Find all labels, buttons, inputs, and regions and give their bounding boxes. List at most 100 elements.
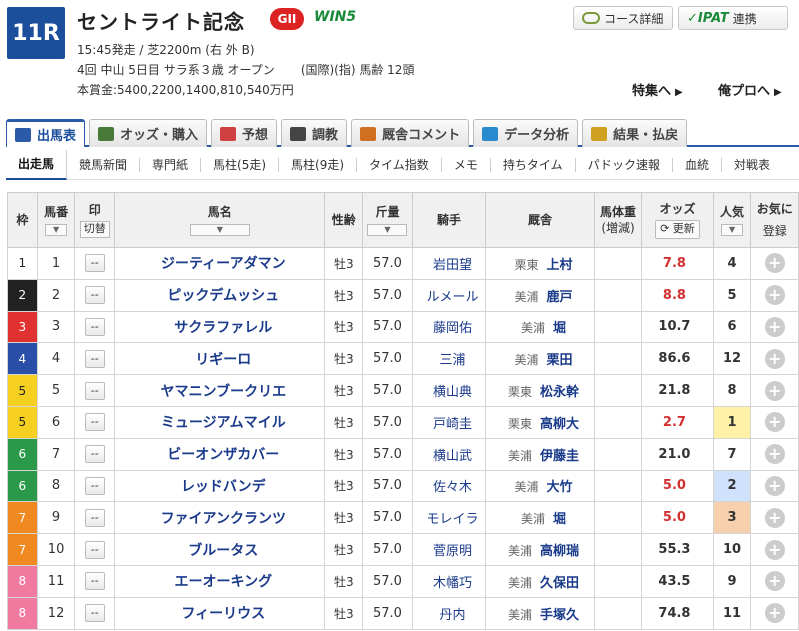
popularity-cell: 10: [712, 533, 752, 566]
add-favorite-icon[interactable]: +: [764, 603, 785, 624]
tab-0[interactable]: 出馬表: [6, 119, 86, 147]
trainer-link[interactable]: 鹿戸: [546, 290, 572, 305]
subnav-item[interactable]: 出走馬: [6, 149, 68, 180]
trainer-link[interactable]: 高柳大: [540, 417, 579, 432]
mark-cell: --: [74, 469, 116, 503]
horse-name-link[interactable]: ジーティーアダマン: [114, 247, 326, 280]
mark-select-button[interactable]: --: [84, 286, 105, 305]
add-favorite-icon[interactable]: +: [764, 285, 785, 306]
course-detail-button[interactable]: コース詳細: [573, 6, 673, 30]
jockey-link[interactable]: 横山典: [411, 374, 487, 407]
trainer-link[interactable]: 手塚久: [540, 608, 579, 623]
popularity-cell: 11: [712, 596, 752, 630]
horse-name-link[interactable]: フィーリウス: [114, 596, 326, 630]
waku-cell: 8: [7, 596, 38, 630]
stable-cell: 美浦 栗田: [485, 342, 595, 376]
sort-icon[interactable]: ▼: [367, 223, 408, 236]
add-favorite-icon[interactable]: +: [764, 571, 785, 592]
horse-name-link[interactable]: ファイアンクランツ: [114, 501, 326, 535]
tab-3[interactable]: 調教: [281, 119, 348, 147]
sort-icon[interactable]: ▼: [721, 223, 744, 236]
mark-select-button[interactable]: --: [84, 604, 105, 623]
trainer-link[interactable]: 松永幹: [540, 385, 579, 400]
trainer-link[interactable]: 久保田: [540, 576, 579, 591]
subnav-item[interactable]: 持ちタイム: [491, 157, 576, 172]
horse-name-link[interactable]: ビーオンザカバー: [114, 437, 326, 471]
trainer-link[interactable]: 堀: [553, 321, 566, 336]
sort-icon[interactable]: ▼: [189, 223, 250, 236]
add-favorite-icon[interactable]: +: [764, 444, 785, 465]
trainer-link[interactable]: 高柳瑞: [540, 544, 579, 559]
subnav-item[interactable]: 馬柱(5走): [201, 157, 280, 172]
horse-name-link[interactable]: サクラファレル: [114, 310, 326, 344]
mark-select-button[interactable]: --: [84, 349, 105, 368]
horse-name-link[interactable]: レッドバンデ: [114, 469, 326, 503]
tab-5[interactable]: データ分析: [473, 119, 579, 147]
col-kinryo[interactable]: 斤量 ▼: [362, 192, 413, 248]
jockey-link[interactable]: 木幡巧: [411, 564, 487, 598]
mark-select-button[interactable]: --: [84, 540, 105, 559]
add-favorite-icon[interactable]: +: [764, 348, 785, 369]
jockey-link[interactable]: 横山武: [411, 437, 487, 471]
jockey-link[interactable]: ルメール: [411, 278, 487, 312]
add-favorite-icon[interactable]: +: [764, 316, 785, 337]
mark-toggle-button[interactable]: 切替: [79, 220, 110, 238]
tab-6[interactable]: 結果・払戻: [582, 119, 688, 147]
trainer-link[interactable]: 上村: [546, 258, 572, 273]
horse-name-link[interactable]: ブルータス: [114, 533, 326, 566]
tab-4[interactable]: 厩舎コメント: [351, 119, 470, 147]
horse-name-link[interactable]: リギーロ: [114, 342, 326, 376]
orepro-link[interactable]: 俺プロへ ▶: [718, 80, 782, 99]
jockey-link[interactable]: 戸崎圭: [411, 405, 487, 439]
jockey-link[interactable]: 丹内: [411, 596, 487, 630]
trainer-link[interactable]: 栗田: [546, 353, 572, 368]
mark-select-button[interactable]: --: [84, 572, 105, 591]
mark-select-button[interactable]: --: [84, 508, 105, 527]
mark-select-button[interactable]: --: [84, 413, 105, 432]
subnav-item[interactable]: タイム指数: [357, 157, 442, 172]
add-favorite-icon[interactable]: +: [764, 475, 785, 496]
mark-select-button[interactable]: --: [84, 254, 105, 273]
jockey-link[interactable]: 三浦: [411, 342, 487, 376]
subnav-item[interactable]: 専門紙: [140, 157, 202, 172]
horse-name-link[interactable]: エーオーキング: [114, 564, 326, 598]
jockey-link[interactable]: 佐々木: [411, 469, 487, 503]
col-popularity[interactable]: 人気 ▼: [712, 192, 752, 248]
tokushu-link[interactable]: 特集へ ▶: [632, 80, 683, 99]
subnav-item[interactable]: 馬柱(9走): [279, 157, 358, 172]
ipat-link-button[interactable]: ✓IPAT 連携: [678, 6, 788, 30]
mark-select-button[interactable]: --: [84, 476, 105, 495]
subnav-item[interactable]: 対戦表: [722, 158, 782, 172]
subnav-item[interactable]: 血統: [673, 157, 722, 172]
tab-1[interactable]: オッズ・購入: [89, 119, 208, 147]
tab-2[interactable]: 予想: [211, 119, 278, 147]
add-favorite-icon[interactable]: +: [764, 380, 785, 401]
subnav-item[interactable]: 競馬新聞: [67, 157, 141, 172]
jockey-link[interactable]: 岩田望: [411, 247, 487, 280]
sex-age-cell: 牡3: [324, 374, 364, 407]
add-favorite-icon[interactable]: +: [764, 539, 785, 560]
trainer-link[interactable]: 伊藤圭: [540, 449, 579, 464]
add-favorite-icon[interactable]: +: [764, 412, 785, 433]
horse-name-link[interactable]: ピックデムッシュ: [114, 278, 326, 312]
odds-refresh-button[interactable]: ⟳ 更新: [655, 220, 700, 240]
mark-select-button[interactable]: --: [84, 381, 105, 400]
trainer-link[interactable]: 堀: [553, 512, 566, 527]
subnav-item[interactable]: メモ: [442, 157, 491, 172]
horse-name-link[interactable]: ミュージアムマイル: [114, 405, 326, 439]
mark-select-button[interactable]: --: [84, 317, 105, 336]
jockey-link[interactable]: 藤岡佑: [411, 310, 487, 344]
mark-select-button[interactable]: --: [84, 445, 105, 464]
add-favorite-icon[interactable]: +: [764, 507, 785, 528]
col-umaban[interactable]: 馬番 ▼: [36, 192, 76, 248]
col-horse-name[interactable]: 馬名 ▼: [114, 192, 326, 248]
horse-name-link[interactable]: ヤマニンブークリエ: [114, 374, 326, 407]
sort-icon[interactable]: ▼: [45, 223, 68, 236]
jockey-link[interactable]: モレイラ: [411, 501, 487, 535]
subnav-item[interactable]: パドック速報: [576, 157, 673, 172]
jockey-link[interactable]: 菅原明: [411, 533, 487, 566]
tab-label: 厩舎コメント: [382, 128, 461, 143]
add-favorite-icon[interactable]: +: [764, 253, 785, 274]
trainer-link[interactable]: 大竹: [546, 480, 572, 495]
bodyweight-cell: [593, 596, 643, 630]
